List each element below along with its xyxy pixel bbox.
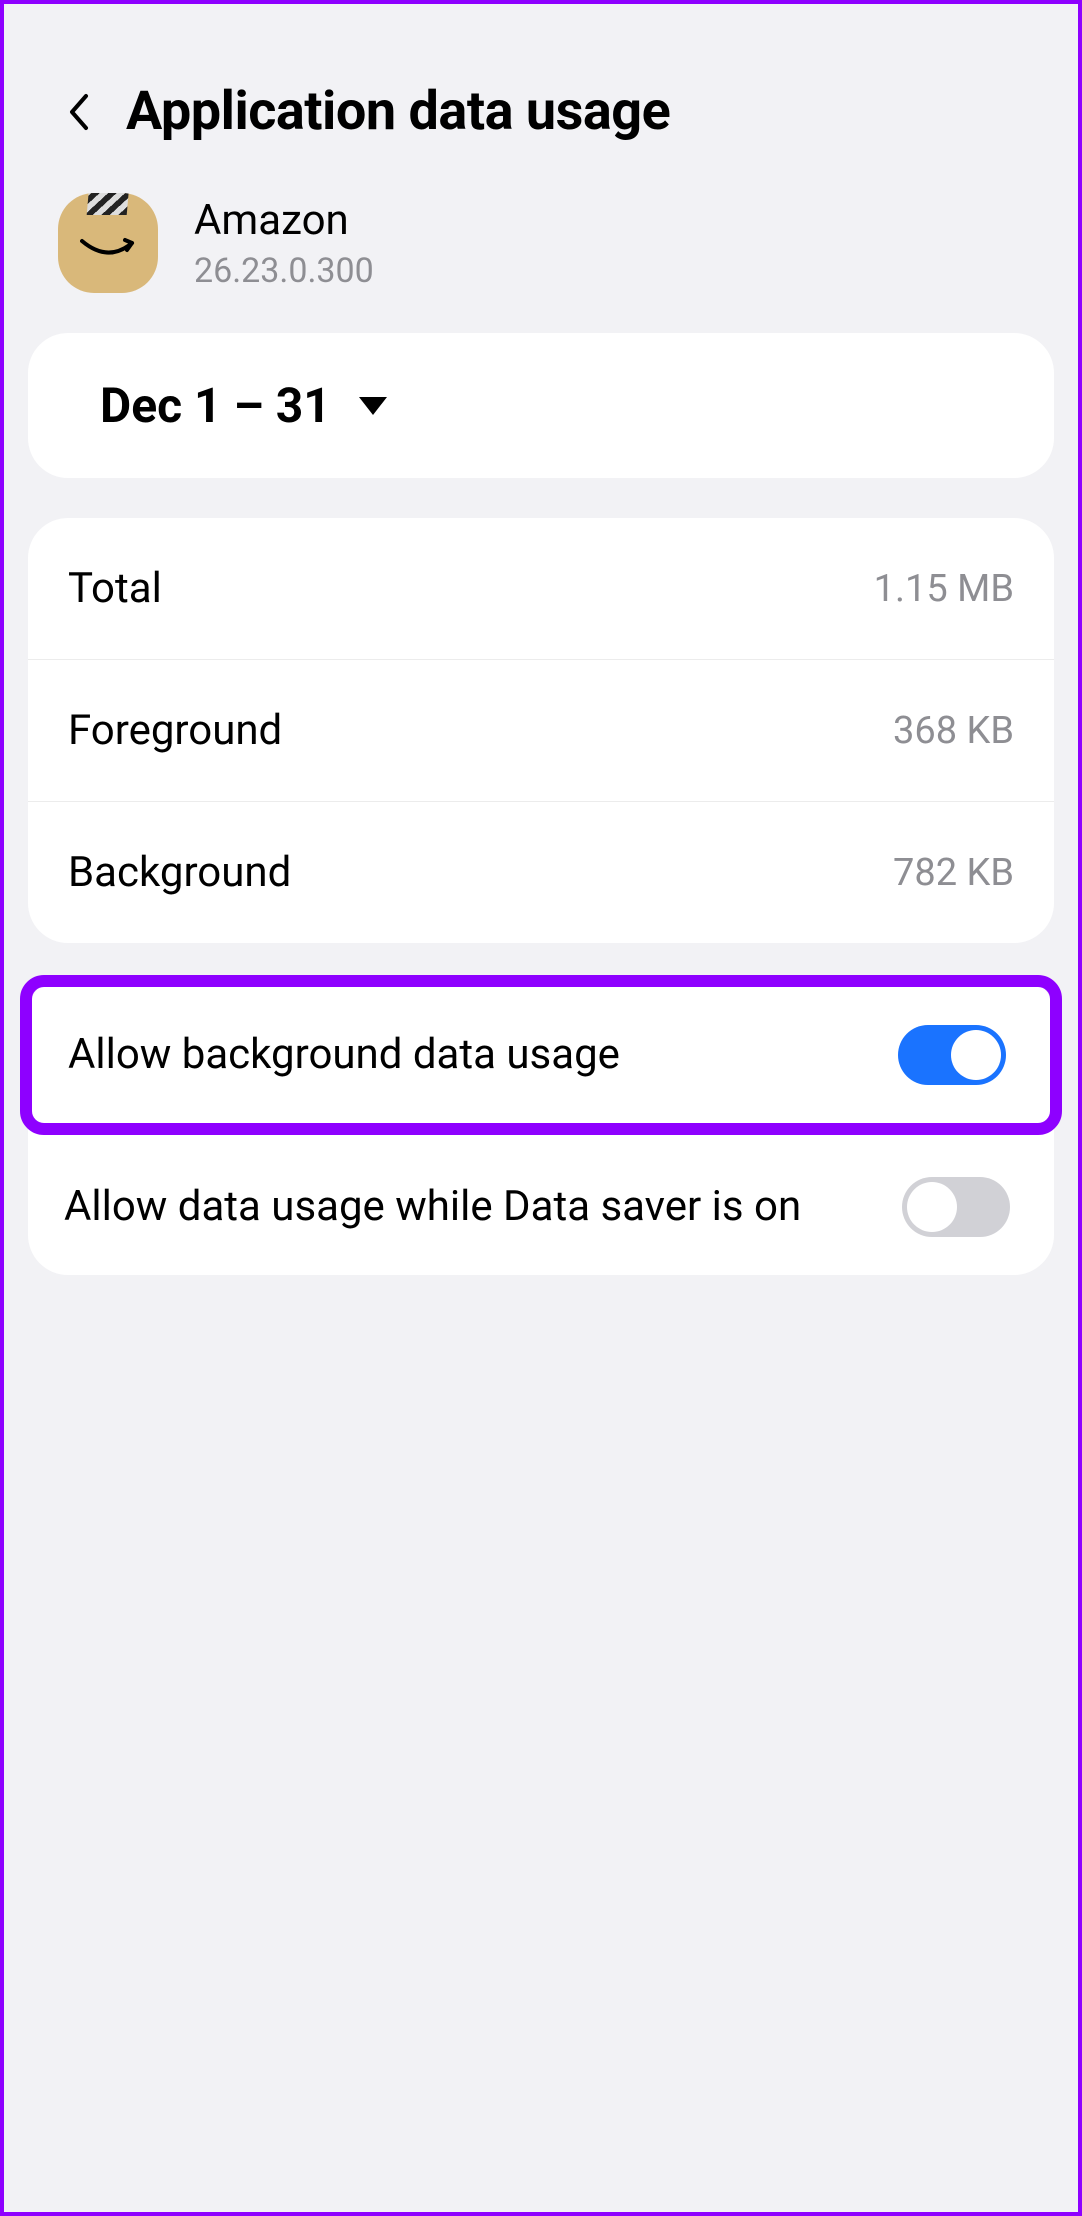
- date-range-label: Dec 1 – 31: [100, 377, 331, 434]
- stat-label: Background: [68, 848, 291, 897]
- toggle-label: Allow data usage while Data saver is on: [64, 1179, 862, 1236]
- app-icon: [58, 193, 158, 293]
- stat-row-background: Background 782 KB: [28, 801, 1054, 943]
- date-range-card: Dec 1 – 31: [28, 333, 1054, 478]
- header: Application data usage: [28, 30, 1054, 193]
- stat-label: Foreground: [68, 706, 282, 755]
- usage-stats-card: Total 1.15 MB Foreground 368 KB Backgrou…: [28, 518, 1054, 943]
- toggle-switch-allow-data-saver[interactable]: [902, 1177, 1010, 1237]
- app-version: 26.23.0.300: [194, 251, 374, 291]
- date-range-selector[interactable]: Dec 1 – 31: [28, 333, 1054, 478]
- stat-value: 368 KB: [893, 709, 1014, 753]
- toggle-switch-allow-background[interactable]: [898, 1025, 1006, 1085]
- app-info-section: Amazon 26.23.0.300: [28, 193, 1054, 333]
- stat-label: Total: [68, 564, 162, 613]
- switch-knob: [907, 1182, 957, 1232]
- back-button[interactable]: [58, 92, 98, 132]
- toggle-label: Allow background data usage: [68, 1027, 858, 1084]
- toggles-card: Allow background data usage Allow data u…: [28, 975, 1054, 1275]
- app-name: Amazon: [194, 196, 374, 245]
- page-title: Application data usage: [126, 80, 670, 143]
- dropdown-caret-icon: [359, 397, 387, 415]
- stat-value: 782 KB: [893, 851, 1014, 895]
- stat-value: 1.15 MB: [874, 567, 1014, 611]
- toggle-row-allow-background[interactable]: Allow background data usage: [20, 975, 1062, 1135]
- toggle-row-allow-data-saver[interactable]: Allow data usage while Data saver is on: [28, 1139, 1054, 1275]
- chevron-left-icon: [66, 92, 90, 132]
- stat-row-foreground: Foreground 368 KB: [28, 659, 1054, 801]
- stat-row-total: Total 1.15 MB: [28, 518, 1054, 659]
- switch-knob: [951, 1030, 1001, 1080]
